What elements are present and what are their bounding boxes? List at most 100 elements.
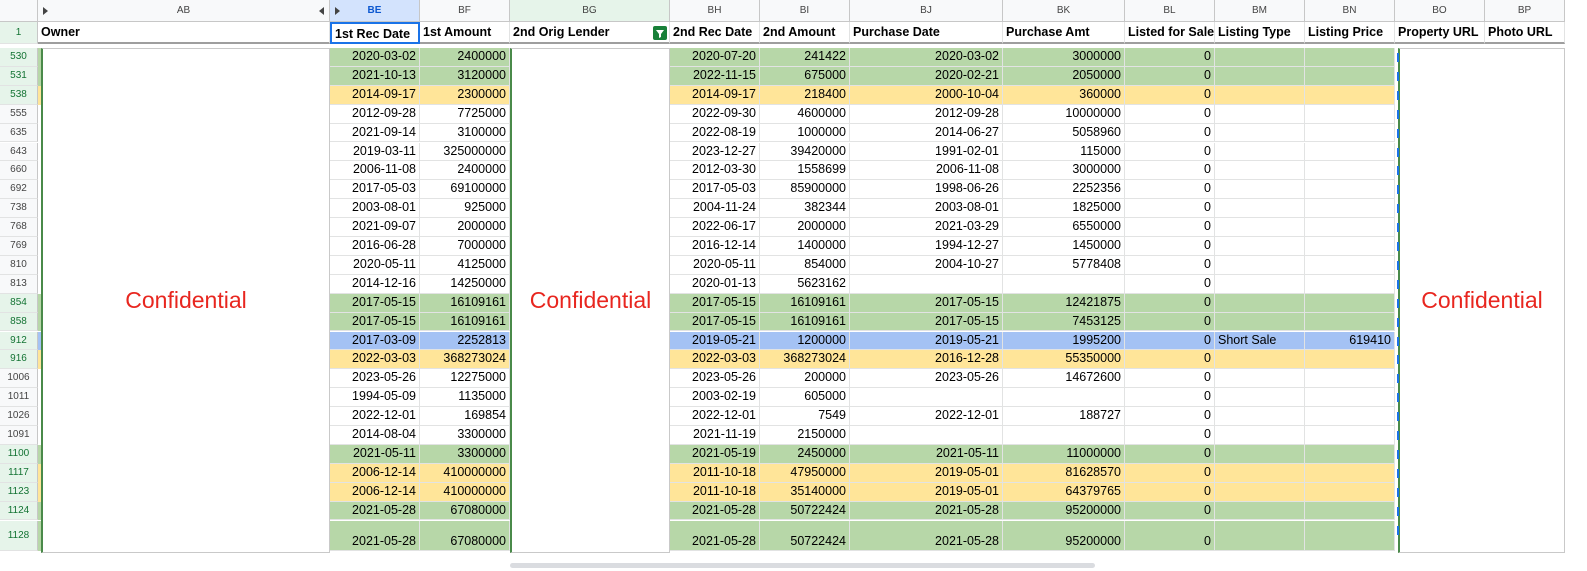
- cell-bl[interactable]: 0: [1125, 350, 1215, 370]
- column-header-bn[interactable]: BN: [1305, 0, 1395, 22]
- cell-bl[interactable]: 0: [1125, 66, 1215, 86]
- property-url-link[interactable]: [1397, 355, 1399, 365]
- column-header-bi[interactable]: BI: [760, 0, 850, 22]
- cell-bm[interactable]: [1215, 274, 1305, 294]
- cell-bn[interactable]: [1305, 407, 1395, 426]
- cell-bk[interactable]: 7453125: [1003, 312, 1125, 332]
- header-cell-bj[interactable]: Purchase Date: [850, 22, 1003, 44]
- cell-be[interactable]: 2020-03-02: [330, 48, 420, 67]
- column-header-bj[interactable]: BJ: [850, 0, 1003, 22]
- column-header-bg[interactable]: BG: [510, 0, 670, 22]
- row-header[interactable]: 1026: [0, 407, 38, 426]
- cell-bm[interactable]: [1215, 501, 1305, 521]
- cell-bj[interactable]: 2023-05-26: [850, 369, 1003, 389]
- cell-bf[interactable]: 67080000: [420, 520, 510, 551]
- cell-bl[interactable]: 0: [1125, 218, 1215, 237]
- property-url-link[interactable]: [1397, 468, 1399, 478]
- cell-bi[interactable]: 16109161: [760, 312, 850, 332]
- cell-bl[interactable]: 0: [1125, 407, 1215, 426]
- cell-bf[interactable]: 67080000: [420, 501, 510, 521]
- row-header[interactable]: 1128: [0, 520, 38, 551]
- header-cell-be[interactable]: 1st Rec Date: [330, 22, 420, 44]
- cell-be[interactable]: 2021-05-11: [330, 444, 420, 464]
- cell-bn[interactable]: [1305, 444, 1395, 464]
- cell-be[interactable]: 2014-09-17: [330, 85, 420, 105]
- header-cell-ab[interactable]: Owner: [38, 22, 330, 44]
- row-header[interactable]: 643: [0, 142, 38, 162]
- cell-be[interactable]: 2023-05-26: [330, 369, 420, 389]
- cell-bh[interactable]: 2022-06-17: [670, 218, 760, 237]
- row-header[interactable]: 813: [0, 274, 38, 294]
- cell-bi[interactable]: 1400000: [760, 237, 850, 256]
- cell-bj[interactable]: 2006-11-08: [850, 161, 1003, 181]
- cell-bi[interactable]: 1000000: [760, 123, 850, 143]
- cell-bh[interactable]: 2021-11-19: [670, 426, 760, 445]
- header-cell-bf[interactable]: 1st Amount: [420, 22, 510, 44]
- cell-bn[interactable]: 619410: [1305, 331, 1395, 351]
- cell-bk[interactable]: 64379765: [1003, 482, 1125, 502]
- cell-bk[interactable]: 10000000: [1003, 104, 1125, 124]
- cell-bi[interactable]: 241422: [760, 48, 850, 67]
- row-header[interactable]: 555: [0, 104, 38, 124]
- cell-bl[interactable]: 0: [1125, 369, 1215, 389]
- property-url-link[interactable]: [1397, 449, 1399, 459]
- column-header-bm[interactable]: BM: [1215, 0, 1305, 22]
- cell-bi[interactable]: 16109161: [760, 293, 850, 313]
- row-header[interactable]: 810: [0, 255, 38, 275]
- cell-bh[interactable]: 2014-09-17: [670, 85, 760, 105]
- cell-bh[interactable]: 2020-05-11: [670, 255, 760, 275]
- cell-bn[interactable]: [1305, 161, 1395, 181]
- cell-bh[interactable]: 2020-01-13: [670, 274, 760, 294]
- column-header-bk[interactable]: BK: [1003, 0, 1125, 22]
- column-header-bp[interactable]: BP: [1485, 0, 1565, 22]
- cell-be[interactable]: 2021-05-28: [330, 520, 420, 551]
- cell-bj[interactable]: 2022-12-01: [850, 407, 1003, 426]
- cell-bn[interactable]: [1305, 85, 1395, 105]
- cell-be[interactable]: 2017-03-09: [330, 331, 420, 351]
- cell-bj[interactable]: 2019-05-01: [850, 463, 1003, 483]
- cell-bj[interactable]: 2021-03-29: [850, 218, 1003, 237]
- cell-bk[interactable]: [1003, 274, 1125, 294]
- row-header[interactable]: 1006: [0, 369, 38, 389]
- cell-bn[interactable]: [1305, 520, 1395, 551]
- cell-bi[interactable]: 35140000: [760, 482, 850, 502]
- cell-bn[interactable]: [1305, 501, 1395, 521]
- property-url-link[interactable]: [1397, 242, 1399, 251]
- cell-bf[interactable]: 2300000: [420, 85, 510, 105]
- row-header[interactable]: 738: [0, 199, 38, 219]
- row-header[interactable]: 912: [0, 331, 38, 351]
- cell-bi[interactable]: 47950000: [760, 463, 850, 483]
- cell-bf[interactable]: 69100000: [420, 180, 510, 200]
- cell-bf[interactable]: 4125000: [420, 255, 510, 275]
- column-header-bh[interactable]: BH: [670, 0, 760, 22]
- expand-arrow-icon[interactable]: [43, 7, 48, 15]
- cell-bn[interactable]: [1305, 218, 1395, 237]
- cell-bk[interactable]: 3000000: [1003, 48, 1125, 67]
- cell-bj[interactable]: 2021-05-11: [850, 444, 1003, 464]
- cell-bi[interactable]: 1558699: [760, 161, 850, 181]
- header-cell-bn[interactable]: Listing Price: [1305, 22, 1395, 44]
- cell-bf[interactable]: 3300000: [420, 426, 510, 445]
- row-header[interactable]: 916: [0, 350, 38, 370]
- cell-bh[interactable]: 2023-05-26: [670, 369, 760, 389]
- cell-bj[interactable]: 2021-05-28: [850, 501, 1003, 521]
- property-url-link[interactable]: [1397, 374, 1399, 384]
- cell-be[interactable]: 2017-05-03: [330, 180, 420, 200]
- cell-bi[interactable]: 1200000: [760, 331, 850, 351]
- filter-icon[interactable]: [653, 26, 667, 40]
- cell-bh[interactable]: 2021-05-19: [670, 444, 760, 464]
- property-url-link[interactable]: [1397, 260, 1399, 270]
- cell-bj[interactable]: 2000-10-04: [850, 85, 1003, 105]
- cell-bh[interactable]: 2011-10-18: [670, 482, 760, 502]
- cell-bf[interactable]: 2252813: [420, 331, 510, 351]
- cell-bj[interactable]: 2003-08-01: [850, 199, 1003, 219]
- property-url-link[interactable]: [1397, 393, 1399, 403]
- cell-bi[interactable]: 218400: [760, 85, 850, 105]
- cell-bi[interactable]: 675000: [760, 66, 850, 86]
- property-url-link[interactable]: [1397, 317, 1399, 327]
- cell-bl[interactable]: 0: [1125, 274, 1215, 294]
- property-url-link[interactable]: [1397, 279, 1399, 289]
- cell-bn[interactable]: [1305, 463, 1395, 483]
- cell-bl[interactable]: 0: [1125, 48, 1215, 67]
- cell-bf[interactable]: 325000000: [420, 142, 510, 162]
